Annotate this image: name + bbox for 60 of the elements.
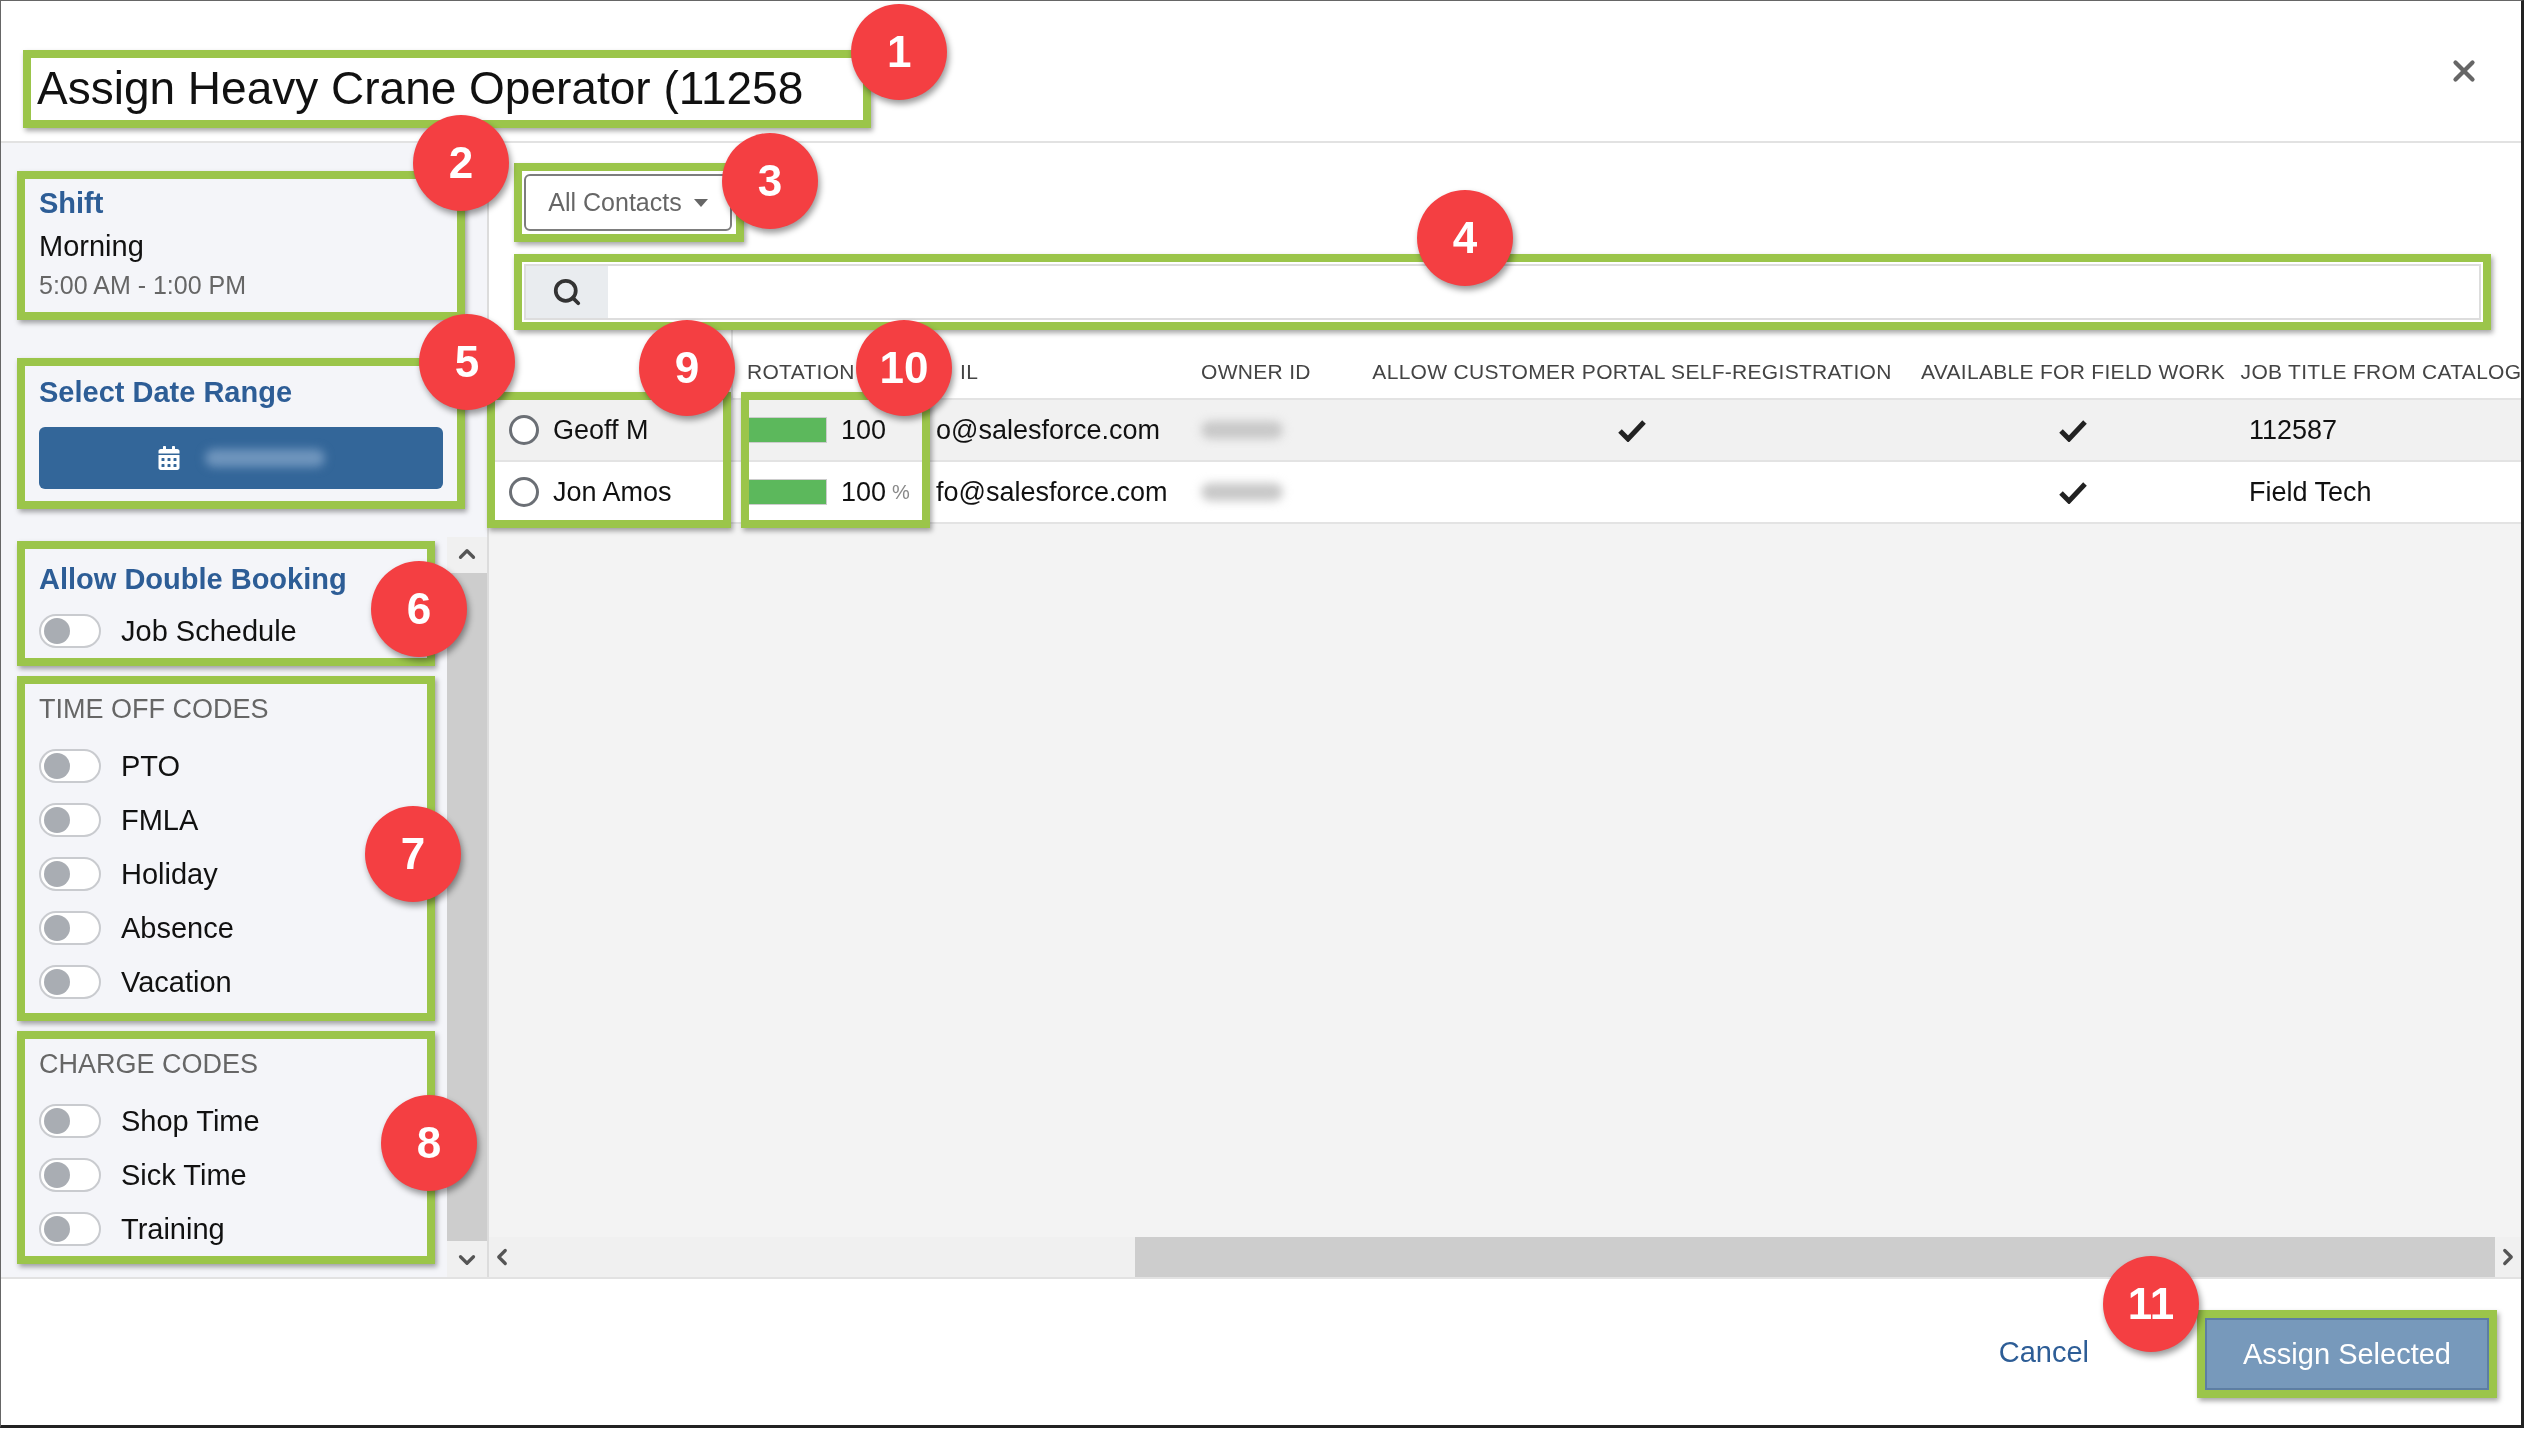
contact-name: Jon Amos xyxy=(553,476,672,508)
toggle-switch[interactable] xyxy=(39,857,101,891)
search-icon xyxy=(552,277,582,307)
email-cell: fo@salesforce.com xyxy=(936,476,1168,508)
column-header: AVAILABLE FOR FIELD WORK xyxy=(1921,360,2225,384)
contact-name: Geoff M xyxy=(553,414,649,446)
toggle-label: PTO xyxy=(121,749,181,783)
toggle-switch[interactable] xyxy=(39,1158,101,1192)
toggle-switch[interactable] xyxy=(39,803,101,837)
toggle-switch[interactable] xyxy=(39,911,101,945)
percent-sign: % xyxy=(892,480,910,504)
date-range-button[interactable] xyxy=(39,427,443,489)
column-header: JOB TITLE FROM CATALOG xyxy=(2240,360,2522,384)
job-title-cell: Field Tech xyxy=(2249,476,2372,508)
column-header: ALLOW CUSTOMER PORTAL SELF-REGISTRATION xyxy=(1372,360,1892,384)
toggle-label: Shop Time xyxy=(121,1104,260,1138)
time-off-heading: TIME OFF CODES xyxy=(39,694,270,725)
toggle-switch[interactable] xyxy=(39,1212,101,1246)
callout-badge: 1 xyxy=(851,4,948,100)
shift-name: Morning xyxy=(39,230,145,263)
toggle-label: Vacation xyxy=(121,965,232,999)
toggle-label: Absence xyxy=(121,911,234,945)
date-range-heading: Select Date Range xyxy=(39,376,294,409)
toggle-switch[interactable] xyxy=(39,1104,101,1138)
column-header: IL xyxy=(960,360,979,384)
cancel-link[interactable]: Cancel xyxy=(1998,1335,2090,1369)
email-cell: o@salesforce.com xyxy=(936,414,1160,446)
toggle-switch[interactable] xyxy=(39,749,101,783)
toggle-label: Job Schedule xyxy=(121,614,297,648)
calendar-icon xyxy=(157,446,181,470)
toggle-label: Training xyxy=(121,1212,225,1246)
scrollbar-thumb[interactable] xyxy=(1135,1237,2495,1277)
radio-button[interactable] xyxy=(509,477,539,507)
column-header: ROTATION xyxy=(747,360,855,384)
callout-badge: 11 xyxy=(2103,1256,2200,1352)
search-field[interactable] xyxy=(524,264,2481,320)
callout-badge: 2 xyxy=(413,115,509,211)
toggle-label: Sick Time xyxy=(121,1158,247,1192)
caret-icon xyxy=(693,198,708,207)
rotation-value: 100 xyxy=(841,414,887,446)
toggle-label: FMLA xyxy=(121,803,199,837)
callout-badge: 4 xyxy=(1417,190,1513,286)
charge-codes-heading: CHARGE CODES xyxy=(39,1049,260,1080)
rotation-value: 100 xyxy=(841,476,887,508)
toggle-label: Holiday xyxy=(121,857,218,891)
contacts-dropdown[interactable]: All Contacts xyxy=(524,174,732,231)
callout-badge: 3 xyxy=(722,133,818,229)
toggle-switch[interactable] xyxy=(39,965,101,999)
radio-button[interactable] xyxy=(509,415,539,445)
shift-heading: Shift xyxy=(39,187,105,220)
double-booking-heading: Allow Double Booking xyxy=(39,563,348,596)
callout-badge: 6 xyxy=(371,561,467,657)
column-header: OWNER ID xyxy=(1201,360,1311,384)
job-title-cell: 112587 xyxy=(2249,414,2338,446)
callout-badge: 7 xyxy=(365,806,461,902)
callout-badge: 8 xyxy=(381,1095,477,1191)
toggle-switch[interactable] xyxy=(39,614,101,648)
assign-selected-button[interactable]: Assign Selected xyxy=(2205,1318,2489,1390)
dialog-title: Assign Heavy Crane Operator (11258 xyxy=(37,61,804,116)
shift-hours: 5:00 AM - 1:00 PM xyxy=(39,271,248,300)
